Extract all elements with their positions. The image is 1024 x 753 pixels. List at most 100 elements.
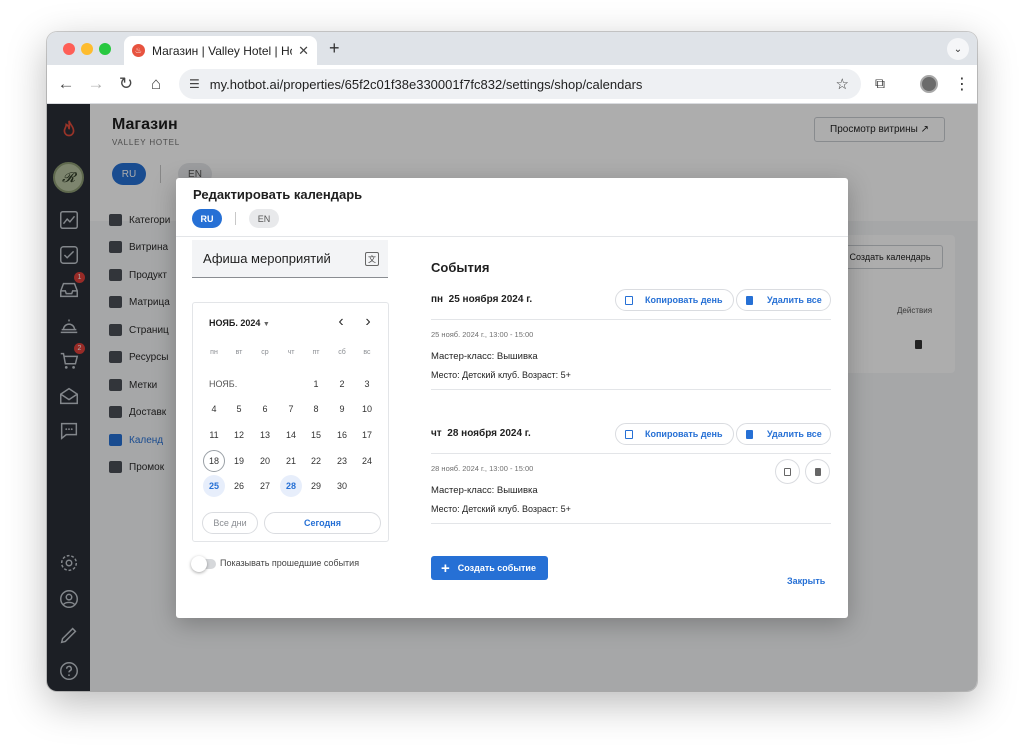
calendar-day[interactable]: 30 [331, 475, 353, 497]
calendar-day[interactable]: 26 [228, 475, 250, 497]
home-icon[interactable]: ⌂ [146, 74, 166, 94]
create-event-button[interactable]: + Создать событие [431, 556, 548, 580]
translate-icon[interactable]: 文 [365, 252, 379, 266]
show-past-label: Показывать прошедшие события [220, 558, 360, 568]
date-picker: НОЯБ. 2024 ▼ ‹ › пн вт ср чт пт сб вс НОЯБ. 12… [192, 302, 389, 542]
prev-month-chevron-icon[interactable]: ‹ [333, 313, 349, 331]
calendar-day[interactable]: 24 [356, 450, 378, 472]
calendar-day[interactable]: 14 [280, 424, 302, 446]
weekday-label: ср [261, 349, 269, 356]
event-time: 25 нояб. 2024 г., 13:00 - 15:00 [431, 330, 534, 339]
divider [431, 453, 831, 454]
new-tab-icon[interactable]: + [329, 38, 340, 59]
calendar-day[interactable]: 20 [254, 450, 276, 472]
calendar-day[interactable]: 10 [356, 398, 378, 420]
calendar-day[interactable]: 22 [305, 450, 327, 472]
calendar-name-input[interactable]: Афиша мероприятий 文 [192, 240, 388, 278]
event-name[interactable]: Мастер-класс: Вышивка [431, 351, 538, 362]
bookmark-star-icon[interactable]: ☆ [836, 75, 849, 93]
dropdown-caret-icon: ▼ [262, 321, 270, 328]
tab-title: Магазин | Valley Hotel | Hotbot [152, 43, 292, 58]
calendar-day[interactable]: 29 [305, 475, 327, 497]
calendar-day[interactable]: 23 [331, 450, 353, 472]
calendar-day[interactable]: 3 [356, 373, 378, 395]
weekday-label: чт [287, 349, 295, 356]
site-settings-icon[interactable]: ☰ [189, 77, 200, 91]
dialog-lang-ru[interactable]: RU [192, 209, 222, 228]
month-select[interactable]: НОЯБ. 2024 ▼ [209, 318, 270, 328]
extensions-icon[interactable]: ⧉ [875, 75, 885, 92]
calendar-day[interactable]: 12 [228, 424, 250, 446]
delete-all-button[interactable]: Удалить все [736, 423, 831, 445]
calendar-day[interactable]: 1 [305, 373, 327, 395]
dialog-title: Редактировать календарь [193, 187, 363, 202]
back-arrow-icon[interactable]: ← [56, 74, 76, 94]
edit-calendar-dialog: Редактировать календарь RU EN Афиша меро… [176, 178, 848, 618]
trash-icon [746, 295, 753, 305]
divider [431, 389, 831, 390]
calendar-day[interactable]: 7 [280, 398, 302, 420]
calendar-day[interactable]: 19 [228, 450, 250, 472]
month-inline-label: НОЯБ. [209, 379, 238, 389]
calendar-day[interactable]: 16 [331, 424, 353, 446]
event-place: Место: Детский клуб. Возраст: 5+ [431, 370, 571, 380]
trash-icon [814, 467, 821, 476]
browser-toolbar: ← → ↻ ⌂ ☰ my.hotbot.ai/properties/65f2c0… [47, 65, 977, 104]
calendar-day[interactable]: 28 [280, 475, 302, 497]
delete-all-button[interactable]: Удалить все [736, 289, 831, 311]
close-window-button[interactable] [63, 43, 75, 55]
next-month-chevron-icon[interactable]: › [360, 313, 376, 331]
calendar-day[interactable]: 13 [254, 424, 276, 446]
calendar-day[interactable]: 25 [203, 475, 225, 497]
copy-day-button[interactable]: Копировать день [615, 423, 734, 445]
reload-icon[interactable]: ↻ [116, 74, 136, 94]
calendar-day[interactable]: 4 [203, 398, 225, 420]
copy-icon [784, 467, 791, 476]
browser-titlebar: ♨ Магазин | Valley Hotel | Hotbot ✕ + ⌄ [47, 32, 977, 65]
day-heading: пн 25 ноября 2024 г. [431, 294, 533, 305]
calendar-day[interactable]: 6 [254, 398, 276, 420]
calendar-day[interactable]: 11 [203, 424, 225, 446]
event-name[interactable]: Мастер-класс: Вышивка [431, 485, 538, 496]
trash-icon [746, 429, 753, 439]
all-days-button[interactable]: Все дни [202, 512, 258, 534]
divider [431, 319, 831, 320]
zoom-window-button[interactable] [99, 43, 111, 55]
calendar-name-value: Афиша мероприятий [203, 251, 331, 266]
divider [431, 523, 831, 524]
browser-window: ♨ Магазин | Valley Hotel | Hotbot ✕ + ⌄ … [47, 32, 977, 691]
browser-tab[interactable]: ♨ Магазин | Valley Hotel | Hotbot ✕ [124, 36, 317, 65]
close-dialog-button[interactable]: Закрыть [787, 576, 825, 586]
event-time: 28 нояб. 2024 г., 13:00 - 15:00 [431, 464, 534, 473]
calendar-day[interactable]: 21 [280, 450, 302, 472]
calendar-day[interactable]: 15 [305, 424, 327, 446]
events-heading: События [431, 260, 490, 275]
address-bar[interactable]: ☰ my.hotbot.ai/properties/65f2c01f38e330… [179, 69, 861, 99]
weekday-label: вт [235, 349, 243, 356]
calendar-day[interactable]: 9 [331, 398, 353, 420]
tab-close-icon[interactable]: ✕ [298, 43, 309, 59]
tab-search-chevron-icon[interactable]: ⌄ [947, 38, 969, 60]
hotbot-favicon-icon: ♨ [132, 44, 145, 57]
copy-day-button[interactable]: Копировать день [615, 289, 734, 311]
calendar-day[interactable]: 2 [331, 373, 353, 395]
calendar-day[interactable]: 8 [305, 398, 327, 420]
dialog-lang-en[interactable]: EN [249, 209, 279, 228]
weekday-label: пн [210, 349, 218, 356]
calendar-day[interactable]: 27 [254, 475, 276, 497]
today-button[interactable]: Сегодня [264, 512, 381, 534]
minimize-window-button[interactable] [81, 43, 93, 55]
calendar-day[interactable]: 5 [228, 398, 250, 420]
plus-icon: + [441, 559, 450, 577]
calendar-day[interactable]: 18 [203, 450, 225, 472]
toggle-knob[interactable] [191, 556, 207, 572]
profile-avatar[interactable] [920, 75, 938, 93]
delete-event-button[interactable] [805, 459, 830, 484]
forward-arrow-icon[interactable]: → [86, 74, 106, 94]
browser-menu-icon[interactable]: ⋮ [954, 74, 970, 94]
calendar-day[interactable]: 17 [356, 424, 378, 446]
dialog-divider [176, 236, 848, 237]
copy-event-button[interactable] [775, 459, 800, 484]
copy-icon [625, 295, 633, 305]
weekday-label: пт [312, 349, 320, 356]
